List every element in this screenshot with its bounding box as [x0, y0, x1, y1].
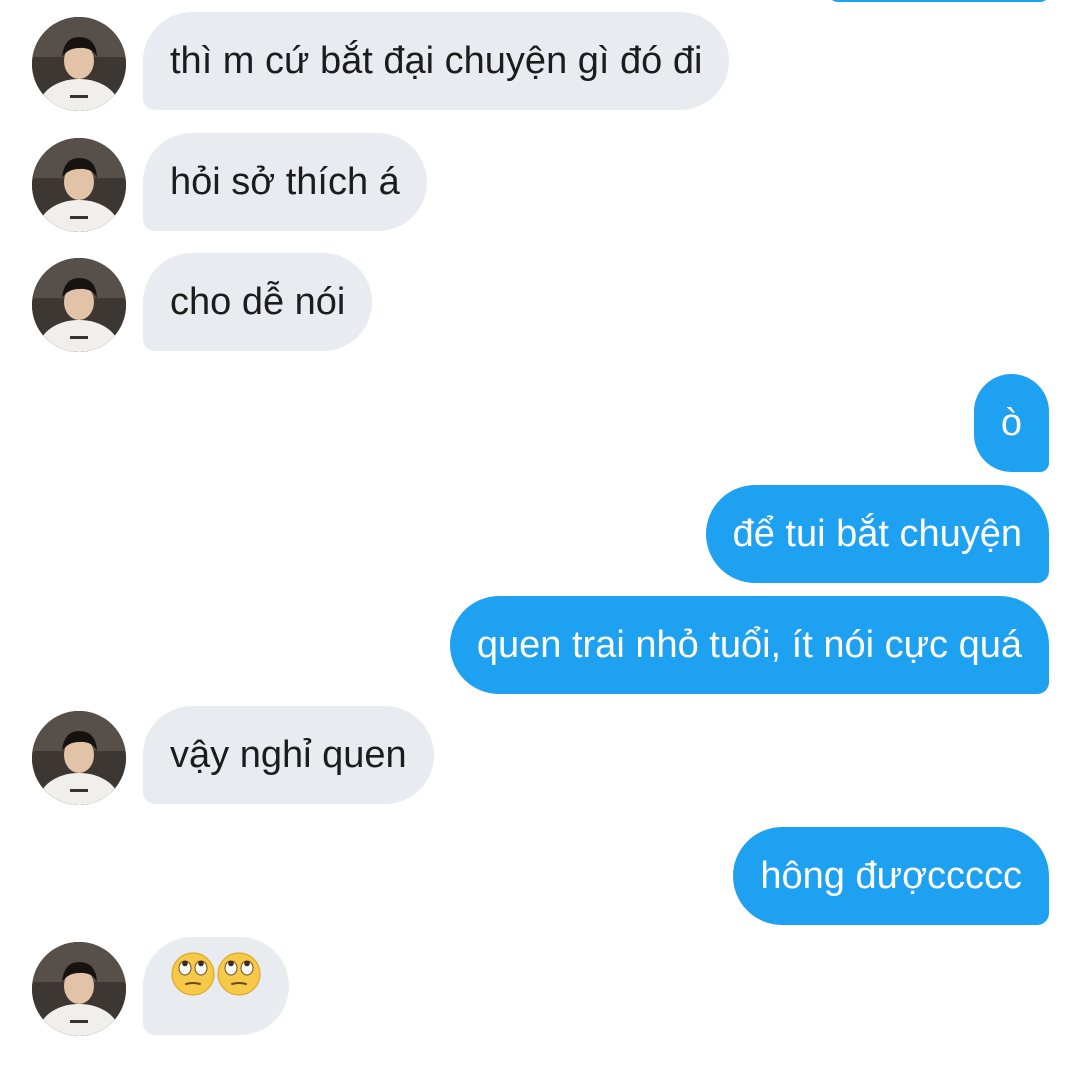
sender-avatar[interactable]: [32, 138, 126, 232]
incoming-message-bubble[interactable]: cho dễ nói: [143, 253, 373, 351]
face-with-rolling-eyes-icon: [216, 936, 262, 1034]
face-with-rolling-eyes-icon: [170, 936, 216, 1034]
sender-avatar[interactable]: [32, 258, 126, 352]
sender-avatar[interactable]: [32, 942, 126, 1036]
outgoing-message-bubble[interactable]: ò: [973, 374, 1049, 472]
message-text: hông đượccccc: [760, 855, 1022, 897]
message-text: để tui bắt chuyện: [732, 513, 1022, 555]
message-text: quen trai nhỏ tuổi, ít nói cực quá: [476, 624, 1022, 666]
incoming-message-bubble[interactable]: vậy nghỉ quen: [143, 706, 434, 804]
message-text: thì m cứ bắt đại chuyện gì đó đi: [170, 40, 703, 82]
incoming-message-bubble[interactable]: thì m cứ bắt đại chuyện gì đó đi: [143, 12, 730, 110]
message-text: hỏi sở thích á: [170, 161, 400, 203]
previous-outgoing-bubble-edge: [828, 0, 1050, 2]
message-text: vậy nghỉ quen: [170, 734, 407, 776]
sender-avatar[interactable]: [32, 17, 126, 111]
outgoing-message-bubble[interactable]: quen trai nhỏ tuổi, ít nói cực quá: [449, 596, 1049, 694]
sender-avatar[interactable]: [32, 711, 126, 805]
outgoing-message-bubble[interactable]: hông đượccccc: [733, 827, 1049, 925]
outgoing-message-bubble[interactable]: để tui bắt chuyện: [705, 485, 1049, 583]
incoming-emoji-bubble[interactable]: [143, 937, 289, 1035]
message-text: cho dễ nói: [170, 281, 346, 323]
incoming-message-bubble[interactable]: hỏi sở thích á: [143, 133, 427, 231]
message-text: ò: [1000, 402, 1022, 444]
